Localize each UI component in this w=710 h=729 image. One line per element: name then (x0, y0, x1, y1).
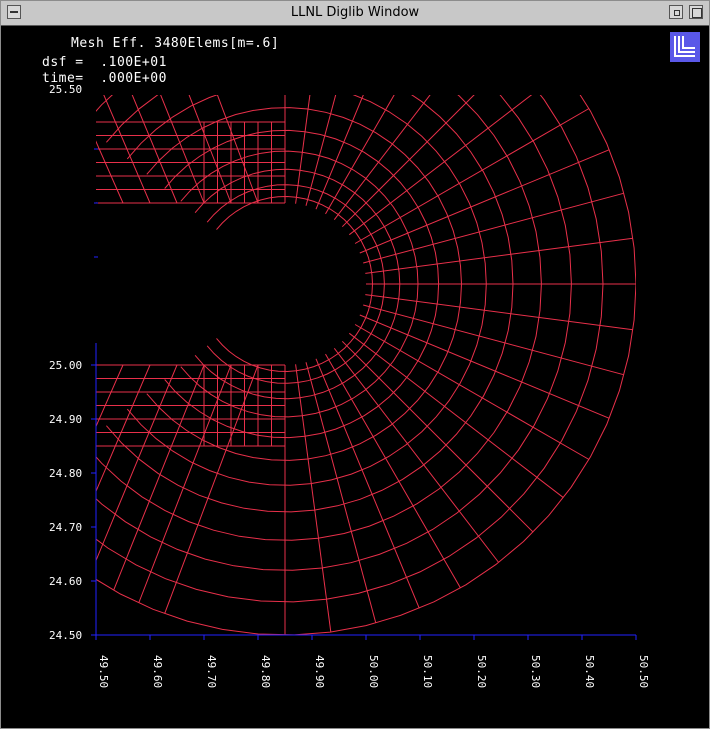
mesh-spoke (295, 364, 332, 633)
y-tick-label: 24.80 (49, 467, 82, 480)
window-title: LLNL Diglib Window (290, 5, 420, 20)
x-tick-label: 49.70 (205, 655, 218, 688)
mesh-spoke (96, 365, 97, 367)
diglib-window: LLNL Diglib Window Mesh Eff. 3480Elems[m… (0, 0, 710, 729)
x-tick-label: 49.80 (259, 655, 272, 688)
mesh-spoke (354, 108, 590, 244)
minimize-icon[interactable] (669, 5, 683, 19)
x-tick-label: 50.40 (583, 655, 596, 688)
mesh-spoke (348, 332, 564, 499)
mesh-spoke (365, 294, 634, 331)
mesh-spoke (305, 362, 377, 624)
mesh-plot: 49.50 49.60 49.70 49.80 49.90 50.00 50.10 50.20… (49, 83, 650, 688)
mesh-spoke (96, 140, 124, 204)
mesh-spoke (325, 95, 395, 215)
x-tick-label: 50.00 (367, 655, 380, 688)
mesh-spoke (315, 358, 420, 609)
x-tick-label: 50.50 (637, 655, 650, 688)
mesh-spoke (341, 95, 475, 228)
y-tick-label: 24.50 (49, 629, 82, 642)
mesh-spoke (363, 304, 625, 376)
tick-labels: 49.50 49.60 49.70 49.80 49.90 50.00 50.10 50.20… (49, 83, 650, 688)
mesh-spoke (96, 201, 97, 203)
y-tick-label: 25.00 (49, 359, 82, 372)
x-tick-label: 50.10 (421, 655, 434, 688)
mesh-spoke (354, 324, 590, 460)
mesh-spoke (113, 364, 205, 591)
mesh-spoke (341, 340, 534, 533)
mesh-ring (206, 184, 385, 384)
mesh-spoke (365, 237, 634, 274)
y-tick-label: 24.70 (49, 521, 82, 534)
x-tick-label: 50.20 (475, 655, 488, 688)
mesh-spoke (333, 95, 431, 221)
maximize-icon[interactable] (689, 5, 703, 19)
x-tick-label: 50.30 (529, 655, 542, 688)
x-tick-label: 49.90 (313, 655, 326, 688)
mesh-spoke (96, 364, 124, 428)
mesh-spoke (164, 364, 259, 614)
mesh-spoke (333, 347, 500, 563)
mesh-spoke (348, 95, 533, 236)
y-tick-label-partial: 25.50 (49, 83, 82, 96)
mesh-spoke (363, 192, 625, 264)
mesh-ring (96, 95, 636, 635)
mesh-spoke (315, 95, 364, 210)
title-bar[interactable]: LLNL Diglib Window (1, 1, 709, 26)
mesh-spoke (359, 149, 610, 254)
mesh-ring (216, 195, 374, 373)
y-tick-label: 24.90 (49, 413, 82, 426)
mesh-spoke (359, 314, 610, 419)
mesh-spoke (325, 353, 461, 589)
mesh-grid (96, 95, 636, 635)
y-tick-label: 24.60 (49, 575, 82, 588)
x-tick-label: 49.60 (151, 655, 164, 688)
x-tick-label: 49.50 (97, 655, 110, 688)
